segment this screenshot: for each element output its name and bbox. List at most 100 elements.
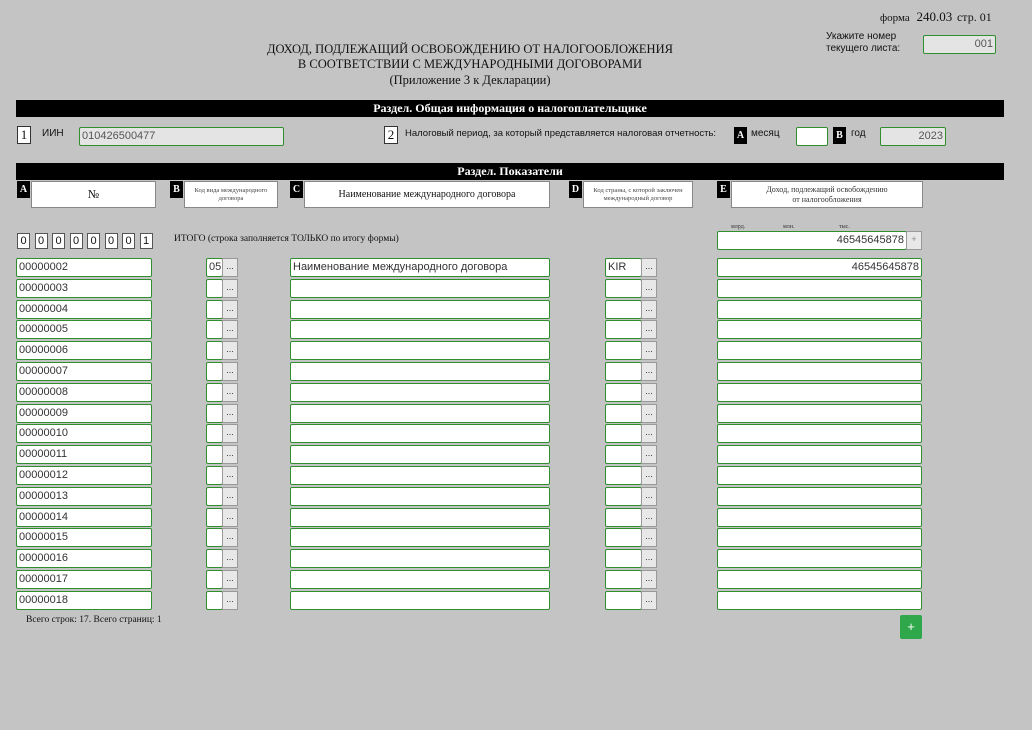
treaty-code-input[interactable]	[206, 445, 223, 464]
treaty-name-input[interactable]: Наименование международного договора	[290, 258, 550, 277]
exempt-income-input[interactable]	[717, 570, 922, 589]
exempt-income-input[interactable]	[717, 424, 922, 443]
exempt-income-input[interactable]	[717, 549, 922, 568]
treaty-code-select-button[interactable]: ...	[222, 300, 238, 319]
treaty-code-select-button[interactable]: ...	[222, 487, 238, 506]
country-code-input[interactable]	[605, 570, 642, 589]
treaty-code-select-button[interactable]: ...	[222, 279, 238, 298]
exempt-income-input[interactable]	[717, 362, 922, 381]
row-number-input[interactable]: 00000018	[16, 591, 152, 610]
country-code-select-button[interactable]: ...	[641, 445, 657, 464]
country-code-select-button[interactable]: ...	[641, 320, 657, 339]
country-code-input[interactable]	[605, 341, 642, 360]
treaty-code-input[interactable]: 05	[206, 258, 223, 277]
country-code-select-button[interactable]: ...	[641, 570, 657, 589]
treaty-name-input[interactable]	[290, 300, 550, 319]
treaty-name-input[interactable]	[290, 570, 550, 589]
country-code-input[interactable]	[605, 508, 642, 527]
exempt-income-input[interactable]	[717, 487, 922, 506]
treaty-code-input[interactable]	[206, 549, 223, 568]
exempt-income-input[interactable]	[717, 404, 922, 423]
treaty-code-select-button[interactable]: ...	[222, 404, 238, 423]
row-number-input[interactable]: 00000017	[16, 570, 152, 589]
treaty-name-input[interactable]	[290, 466, 550, 485]
exempt-income-input[interactable]	[717, 591, 922, 610]
country-code-select-button[interactable]: ...	[641, 591, 657, 610]
treaty-name-input[interactable]	[290, 445, 550, 464]
country-code-select-button[interactable]: ...	[641, 341, 657, 360]
treaty-code-select-button[interactable]: ...	[222, 341, 238, 360]
country-code-select-button[interactable]: ...	[641, 528, 657, 547]
row-number-input[interactable]: 00000008	[16, 383, 152, 402]
country-code-input[interactable]	[605, 528, 642, 547]
row-number-input[interactable]: 00000011	[16, 445, 152, 464]
treaty-name-input[interactable]	[290, 424, 550, 443]
treaty-name-input[interactable]	[290, 341, 550, 360]
country-code-input[interactable]	[605, 320, 642, 339]
exempt-income-input[interactable]	[717, 508, 922, 527]
row-number-input[interactable]: 00000016	[16, 549, 152, 568]
treaty-name-input[interactable]	[290, 404, 550, 423]
country-code-select-button[interactable]: ...	[641, 258, 657, 277]
country-code-select-button[interactable]: ...	[641, 487, 657, 506]
treaty-code-input[interactable]	[206, 570, 223, 589]
exempt-income-input[interactable]: 46545645878	[717, 258, 922, 277]
row-number-input[interactable]: 00000005	[16, 320, 152, 339]
treaty-name-input[interactable]	[290, 508, 550, 527]
country-code-input[interactable]	[605, 362, 642, 381]
treaty-code-input[interactable]	[206, 404, 223, 423]
treaty-name-input[interactable]	[290, 383, 550, 402]
treaty-name-input[interactable]	[290, 591, 550, 610]
treaty-name-input[interactable]	[290, 320, 550, 339]
country-code-select-button[interactable]: ...	[641, 508, 657, 527]
treaty-code-select-button[interactable]: ...	[222, 258, 238, 277]
year-input[interactable]: 2023	[880, 127, 946, 146]
exempt-income-input[interactable]	[717, 466, 922, 485]
treaty-code-select-button[interactable]: ...	[222, 466, 238, 485]
country-code-select-button[interactable]: ...	[641, 549, 657, 568]
country-code-input[interactable]	[605, 279, 642, 298]
row-number-input[interactable]: 00000015	[16, 528, 152, 547]
exempt-income-input[interactable]	[717, 341, 922, 360]
exempt-income-input[interactable]	[717, 383, 922, 402]
row-number-input[interactable]: 00000006	[16, 341, 152, 360]
treaty-code-select-button[interactable]: ...	[222, 362, 238, 381]
row-number-input[interactable]: 00000009	[16, 404, 152, 423]
treaty-code-input[interactable]	[206, 528, 223, 547]
treaty-name-input[interactable]	[290, 487, 550, 506]
exempt-income-input[interactable]	[717, 445, 922, 464]
exempt-income-input[interactable]	[717, 320, 922, 339]
row-number-input[interactable]: 00000002	[16, 258, 152, 277]
exempt-income-input[interactable]	[717, 528, 922, 547]
country-code-input[interactable]	[605, 424, 642, 443]
treaty-code-input[interactable]	[206, 466, 223, 485]
row-number-input[interactable]: 00000010	[16, 424, 152, 443]
row-number-input[interactable]: 00000014	[16, 508, 152, 527]
treaty-code-select-button[interactable]: ...	[222, 445, 238, 464]
country-code-select-button[interactable]: ...	[641, 424, 657, 443]
treaty-code-input[interactable]	[206, 487, 223, 506]
total-income-input[interactable]: 46545645878	[717, 231, 907, 250]
row-number-input[interactable]: 00000013	[16, 487, 152, 506]
iin-input[interactable]: 010426500477	[79, 127, 284, 146]
country-code-input[interactable]	[605, 383, 642, 402]
country-code-input[interactable]	[605, 404, 642, 423]
treaty-name-input[interactable]	[290, 549, 550, 568]
treaty-code-select-button[interactable]: ...	[222, 528, 238, 547]
treaty-code-select-button[interactable]: ...	[222, 508, 238, 527]
treaty-code-select-button[interactable]: ...	[222, 570, 238, 589]
country-code-select-button[interactable]: ...	[641, 279, 657, 298]
row-number-input[interactable]: 00000007	[16, 362, 152, 381]
treaty-code-select-button[interactable]: ...	[222, 549, 238, 568]
country-code-input[interactable]	[605, 300, 642, 319]
treaty-name-input[interactable]	[290, 528, 550, 547]
treaty-code-input[interactable]	[206, 362, 223, 381]
treaty-code-select-button[interactable]: ...	[222, 591, 238, 610]
country-code-input[interactable]	[605, 591, 642, 610]
treaty-code-input[interactable]	[206, 591, 223, 610]
country-code-input[interactable]	[605, 487, 642, 506]
country-code-select-button[interactable]: ...	[641, 383, 657, 402]
country-code-select-button[interactable]: ...	[641, 300, 657, 319]
total-plus-button[interactable]: +	[906, 231, 922, 250]
treaty-code-select-button[interactable]: ...	[222, 320, 238, 339]
